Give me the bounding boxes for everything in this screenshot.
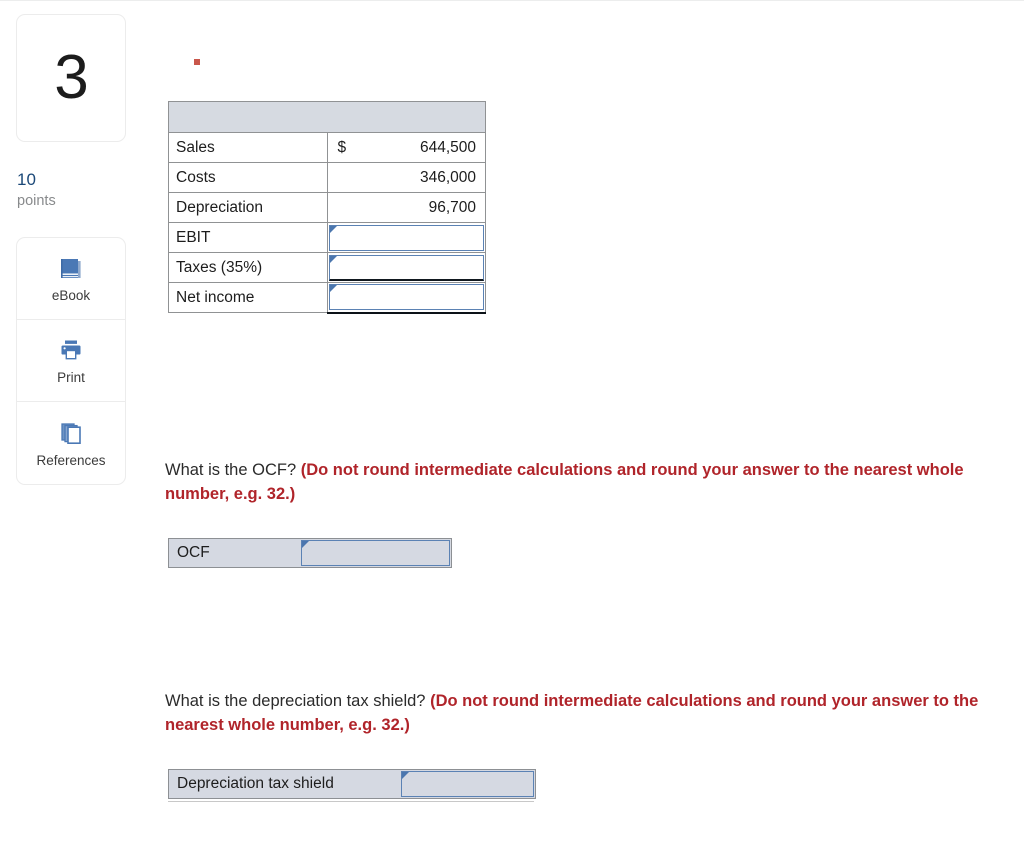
table-row: Depreciation 96,700 (168, 192, 486, 223)
references-label: References (36, 452, 106, 468)
table-row: Net income (168, 282, 486, 314)
table-header-row (168, 101, 486, 133)
row-value-depreciation: 96,700 (326, 192, 486, 223)
question-number: 3 (54, 43, 88, 112)
row-label-depreciation: Depreciation (168, 192, 328, 223)
row-value-sales: $ 644,500 (326, 132, 486, 163)
row-value-ebit (326, 222, 486, 253)
row-label-ebit: EBIT (168, 222, 328, 253)
ocf-answer-label: OCF (169, 539, 302, 567)
question-1-text: What is the OCF? (Do not round intermedi… (165, 459, 995, 507)
tool-button-group: eBook Print References (16, 237, 126, 486)
print-icon (57, 336, 85, 366)
table-row: EBIT (168, 222, 486, 253)
depreciation-tax-shield-answer-input[interactable] (400, 771, 534, 797)
question-2-text: What is the depreciation tax shield? (Do… (165, 690, 995, 738)
taxes-input[interactable] (328, 254, 484, 281)
row-value-taxes (326, 252, 486, 283)
row-value-costs: 346,000 (326, 162, 486, 193)
print-label: Print (57, 370, 85, 386)
red-marker-artifact (194, 59, 200, 65)
question-sidebar: 3 10 points eBook Print References (16, 14, 128, 486)
row-value-net-income (326, 282, 486, 314)
question-2-prompt: What is the depreciation tax shield? (165, 692, 431, 710)
currency-symbol: $ (337, 138, 347, 156)
value-text: 96,700 (428, 198, 476, 216)
ebook-icon (58, 254, 84, 284)
value-text: 644,500 (419, 138, 476, 156)
ocf-answer-row: OCF (168, 538, 452, 568)
depreciation-tax-shield-answer-row: Depreciation tax shield (168, 769, 536, 799)
income-statement-table: Sales $ 644,500 Costs 346,000 Depreciati… (168, 101, 486, 314)
points-label: points (17, 192, 56, 209)
points-value: 10 (17, 170, 36, 189)
top-divider (0, 0, 1024, 1)
table-row: Taxes (35%) (168, 252, 486, 283)
table-row: Sales $ 644,500 (168, 132, 486, 163)
points-block: 10 points (16, 170, 128, 210)
value-text: 346,000 (419, 168, 476, 186)
row-label-taxes: Taxes (35%) (168, 252, 328, 283)
row-label-net-income: Net income (168, 282, 328, 313)
question-1-prompt: What is the OCF? (165, 461, 301, 479)
row-label-sales: Sales (168, 132, 328, 163)
ebook-label: eBook (51, 288, 91, 304)
row-label-costs: Costs (168, 162, 328, 193)
ocf-answer-input[interactable] (301, 540, 450, 566)
ebit-input[interactable] (328, 224, 484, 251)
bottom-divider (168, 801, 534, 802)
table-row: Costs 346,000 (168, 162, 486, 193)
references-button[interactable]: References (17, 402, 125, 484)
question-number-card: 3 (16, 14, 126, 142)
references-icon (57, 419, 85, 449)
depreciation-tax-shield-answer-label: Depreciation tax shield (169, 770, 401, 798)
net-income-input[interactable] (328, 284, 484, 311)
print-button[interactable]: Print (17, 320, 125, 403)
ebook-button[interactable]: eBook (17, 238, 125, 321)
table-header-cell (168, 101, 486, 133)
